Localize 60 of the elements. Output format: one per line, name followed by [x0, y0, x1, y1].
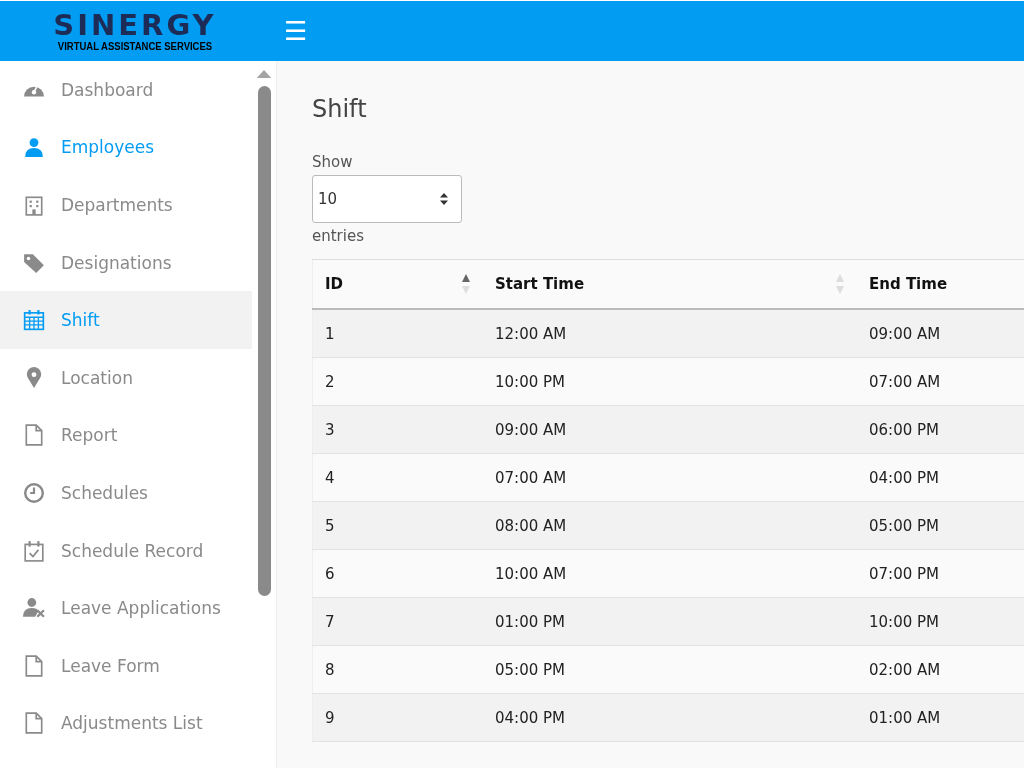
scrollbar-thumb[interactable]	[257, 86, 271, 596]
table-cell: 09:00 AM	[483, 405, 857, 454]
table-cell: 07:00 PM	[857, 549, 1024, 598]
user-remove-icon	[23, 597, 45, 620]
sidebar-item[interactable]: Report	[0, 406, 253, 465]
sidebar-item[interactable]: Schedules	[0, 464, 253, 522]
table-cell: 05:00 PM	[857, 501, 1024, 550]
table-cell: 2	[312, 357, 483, 406]
table-cell: 5	[312, 501, 483, 550]
menu-button[interactable]: ☰	[280, 16, 312, 46]
sidebar-item[interactable]: Schedule Record	[0, 521, 253, 580]
table-cell: 09:00 AM	[857, 309, 1024, 358]
scroll-up-arrow-icon[interactable]	[256, 69, 273, 78]
page-title: Shift	[312, 95, 368, 123]
table-cell: 06:00 PM	[857, 405, 1024, 454]
table-cell: 10:00 PM	[857, 597, 1024, 646]
sidebar-item[interactable]: Leave Applications	[0, 579, 253, 637]
table-cell: 4	[312, 453, 483, 502]
table-cell: 04:00 PM	[483, 693, 857, 742]
clock-icon	[23, 481, 45, 504]
table-cell: 10:00 PM	[483, 357, 857, 406]
tag-icon	[23, 251, 45, 274]
sidebar-item[interactable]: Location	[0, 348, 253, 407]
file-icon	[23, 712, 45, 735]
sidebar-item[interactable]: Leave Form	[0, 636, 253, 695]
building-icon	[23, 194, 45, 216]
logo[interactable]: SINERGY VIRTUAL ASSISTANCE SERVICES	[0, 10, 250, 52]
table-cell: 1	[312, 309, 483, 358]
table-cell: 7	[312, 597, 483, 646]
sort-arrows-icon	[835, 273, 845, 295]
table-cell: 9	[312, 693, 483, 742]
table-cell: 01:00 AM	[857, 693, 1024, 742]
page-size-select[interactable]: 10	[312, 175, 462, 223]
table-cell: 8	[312, 645, 483, 694]
sidebar-item[interactable]: Designations	[0, 233, 253, 292]
table-cell: 07:00 AM	[483, 453, 857, 502]
table-cell: 07:00 AM	[857, 357, 1024, 406]
calendar-check-icon	[23, 539, 45, 562]
sidebar-item[interactable]: Employees	[0, 118, 253, 177]
file-icon	[23, 654, 45, 677]
user-icon	[23, 136, 45, 159]
table-cell: 12:00 AM	[483, 309, 857, 358]
show-label: Show	[312, 153, 353, 171]
sort-arrows-icon	[461, 273, 471, 295]
table-cell: 6	[312, 549, 483, 598]
up-down-caret-icon	[439, 192, 449, 206]
sidebar-item[interactable]: Dashboard	[0, 61, 253, 119]
sidebar-item[interactable]: Adjustments List	[0, 694, 253, 753]
table-cell: 10:00 AM	[483, 549, 857, 598]
table-cell: 05:00 PM	[483, 645, 857, 694]
sidebar-item[interactable]: Departments	[0, 176, 253, 234]
calendar-icon	[23, 309, 45, 332]
table-cell: 02:00 AM	[857, 645, 1024, 694]
table-cell: 08:00 AM	[483, 501, 857, 550]
table-cell: 3	[312, 405, 483, 454]
table-cell: 04:00 PM	[857, 453, 1024, 502]
table-cell: 01:00 PM	[483, 597, 857, 646]
sidebar-item[interactable]: Shift	[0, 291, 253, 349]
file-icon	[23, 424, 45, 447]
entries-label: entries	[312, 227, 364, 245]
